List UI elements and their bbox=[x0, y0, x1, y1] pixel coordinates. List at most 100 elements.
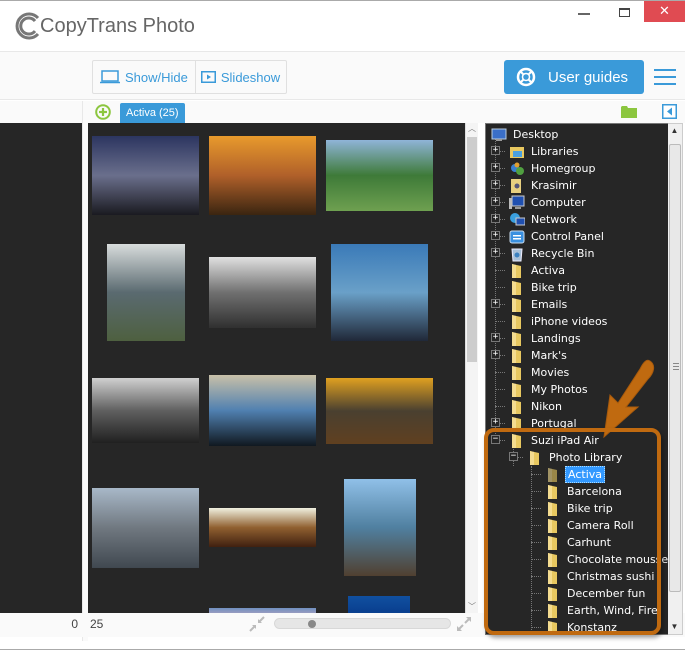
tree-node[interactable]: Network bbox=[509, 211, 579, 228]
maximize-button[interactable] bbox=[619, 8, 630, 17]
photo-thumbnail-lake-trees-dusk[interactable] bbox=[209, 375, 316, 446]
tree-node[interactable]: Barcelona bbox=[545, 483, 624, 500]
tree-node[interactable]: iPhone videos bbox=[509, 313, 609, 330]
tree-node-label: Christmas sushi bbox=[567, 570, 655, 583]
tree-node[interactable]: Portugal bbox=[509, 415, 579, 432]
tree-node[interactable]: Landings bbox=[509, 330, 583, 347]
photo-thumbnail-orange-dusk-lake[interactable] bbox=[326, 378, 433, 444]
add-album-icon[interactable] bbox=[95, 104, 111, 120]
collapse-panel-icon[interactable] bbox=[662, 104, 677, 119]
tree-node[interactable]: Bike trip bbox=[509, 279, 579, 296]
tree-node[interactable]: Libraries bbox=[509, 143, 581, 160]
photo-thumbnail-sunset-helicopter[interactable] bbox=[209, 136, 316, 215]
tree-node[interactable]: Konstanz bbox=[545, 619, 619, 634]
thumbnail-size-slider[interactable] bbox=[274, 618, 451, 629]
photo-thumbnail-snowy-mountain-town[interactable] bbox=[92, 488, 199, 568]
slideshow-button[interactable]: Slideshow bbox=[194, 61, 287, 93]
device-pane bbox=[0, 123, 82, 613]
expand-node-button[interactable]: + bbox=[491, 197, 500, 206]
expand-node-button[interactable]: + bbox=[491, 299, 500, 308]
photo-thumbnail-lake-mountain-meadow[interactable] bbox=[326, 140, 433, 211]
expand-node-button[interactable]: + bbox=[491, 231, 500, 240]
expand-node-button[interactable]: + bbox=[491, 248, 500, 257]
tree-node[interactable]: Computer bbox=[509, 194, 588, 211]
tree-node[interactable]: Homegroup bbox=[509, 160, 597, 177]
tree-connector-line bbox=[495, 389, 505, 390]
photo-thumbnail-sunlit-castle[interactable] bbox=[209, 508, 316, 547]
scroll-up-arrow[interactable]: ︿ bbox=[466, 123, 478, 135]
folder-icon bbox=[512, 314, 521, 329]
user-guides-label: User guides bbox=[548, 68, 629, 86]
tree-node[interactable]: Movies bbox=[509, 364, 571, 381]
photo-thumbnail-night-city-sunset[interactable] bbox=[92, 136, 199, 215]
tree-node[interactable]: Activa bbox=[509, 262, 567, 279]
tree-scrollbar-thumb[interactable] bbox=[669, 144, 681, 592]
tree-node[interactable]: Mark's bbox=[509, 347, 569, 364]
zoom-out-icon[interactable] bbox=[249, 616, 265, 632]
photo-thumbnail-christ-redeemer-plane[interactable] bbox=[107, 244, 185, 341]
collapse-node-button[interactable]: − bbox=[491, 435, 500, 444]
tree-node[interactable]: Activa bbox=[545, 466, 605, 483]
scrollbar-thumb[interactable] bbox=[467, 137, 477, 362]
expand-node-button[interactable]: + bbox=[491, 333, 500, 342]
tree-node-label: Konstanz bbox=[567, 621, 617, 634]
photo-thumbnail-partial-deep-blue[interactable] bbox=[348, 596, 410, 613]
tree-node[interactable]: Recycle Bin bbox=[509, 245, 596, 262]
expand-node-button[interactable]: + bbox=[491, 180, 500, 189]
tree-node-label: Mark's bbox=[531, 349, 567, 362]
folder-icon bbox=[512, 280, 521, 295]
expand-node-button[interactable]: + bbox=[491, 214, 500, 223]
photo-grid-scrollbar[interactable]: ︿ ﹀ bbox=[465, 123, 478, 613]
expand-node-button[interactable]: + bbox=[491, 163, 500, 172]
tree-node[interactable]: Suzi iPad Air bbox=[509, 432, 601, 449]
tree-node[interactable]: Earth, Wind, Fire bbox=[545, 602, 660, 619]
tree-node[interactable]: December fun bbox=[545, 585, 647, 602]
tree-node[interactable]: Christmas sushi bbox=[545, 568, 656, 585]
tree-node[interactable]: Control Panel bbox=[509, 228, 606, 245]
minimize-button[interactable] bbox=[568, 1, 598, 23]
photo-thumbnail-bw-memorial-crowd[interactable] bbox=[209, 257, 316, 328]
tree-node[interactable]: Emails bbox=[509, 296, 569, 313]
album-tab-bar: Activa (25) bbox=[0, 101, 685, 123]
expand-node-button[interactable]: + bbox=[491, 350, 500, 359]
folder-icon bbox=[512, 382, 521, 397]
tree-connector-line bbox=[495, 372, 505, 373]
tree-node[interactable]: Carhunt bbox=[545, 534, 613, 551]
close-button[interactable]: ✕ bbox=[644, 1, 685, 22]
show-hide-button[interactable]: Show/Hide bbox=[93, 61, 195, 93]
album-tab-activa[interactable]: Activa (25) bbox=[120, 103, 185, 123]
scrollbar-grip bbox=[673, 363, 679, 372]
tree-node[interactable]: Nikon bbox=[509, 398, 564, 415]
scroll-down-arrow[interactable]: ﹀ bbox=[466, 601, 478, 613]
tree-node-label: Photo Library bbox=[549, 451, 623, 464]
zoom-in-icon[interactable] bbox=[456, 616, 472, 632]
tree-node-label: My Photos bbox=[531, 383, 588, 396]
minimize-icon bbox=[578, 13, 590, 15]
play-icon bbox=[200, 71, 216, 83]
recycle-bin-icon bbox=[511, 248, 523, 261]
tree-node[interactable]: Bike trip bbox=[545, 500, 615, 517]
tree-connector-line bbox=[495, 270, 505, 271]
collapse-node-button[interactable]: − bbox=[509, 452, 518, 461]
tree-connector-line bbox=[531, 559, 541, 560]
folder-icon bbox=[548, 620, 557, 634]
tree-node[interactable]: My Photos bbox=[509, 381, 590, 398]
expand-node-button[interactable]: + bbox=[491, 418, 500, 427]
tree-node-label: Suzi iPad Air bbox=[531, 434, 599, 447]
hamburger-menu-button[interactable] bbox=[654, 69, 676, 86]
photo-thumbnail-lake-bird[interactable] bbox=[331, 244, 428, 341]
tree-scroll-down-arrow[interactable]: ▼ bbox=[668, 620, 681, 634]
folder-tree-scrollbar[interactable]: ▲ ▼ bbox=[668, 123, 683, 635]
tree-scroll-up-arrow[interactable]: ▲ bbox=[668, 124, 681, 138]
open-folder-icon[interactable] bbox=[621, 105, 637, 118]
user-guides-button[interactable]: User guides bbox=[504, 60, 644, 94]
slider-handle[interactable] bbox=[308, 620, 317, 628]
tree-node[interactable]: Photo Library bbox=[527, 449, 624, 466]
photo-thumbnail-lake-statue[interactable] bbox=[344, 479, 416, 576]
photo-thumbnail-bw-tree-landscape[interactable] bbox=[92, 378, 199, 443]
expand-node-button[interactable]: + bbox=[491, 146, 500, 155]
tree-node[interactable]: Desktop bbox=[491, 126, 560, 143]
tree-node[interactable]: Chocolate mousse bbox=[545, 551, 668, 568]
tree-node[interactable]: Camera Roll bbox=[545, 517, 636, 534]
tree-node[interactable]: Krasimir bbox=[509, 177, 579, 194]
